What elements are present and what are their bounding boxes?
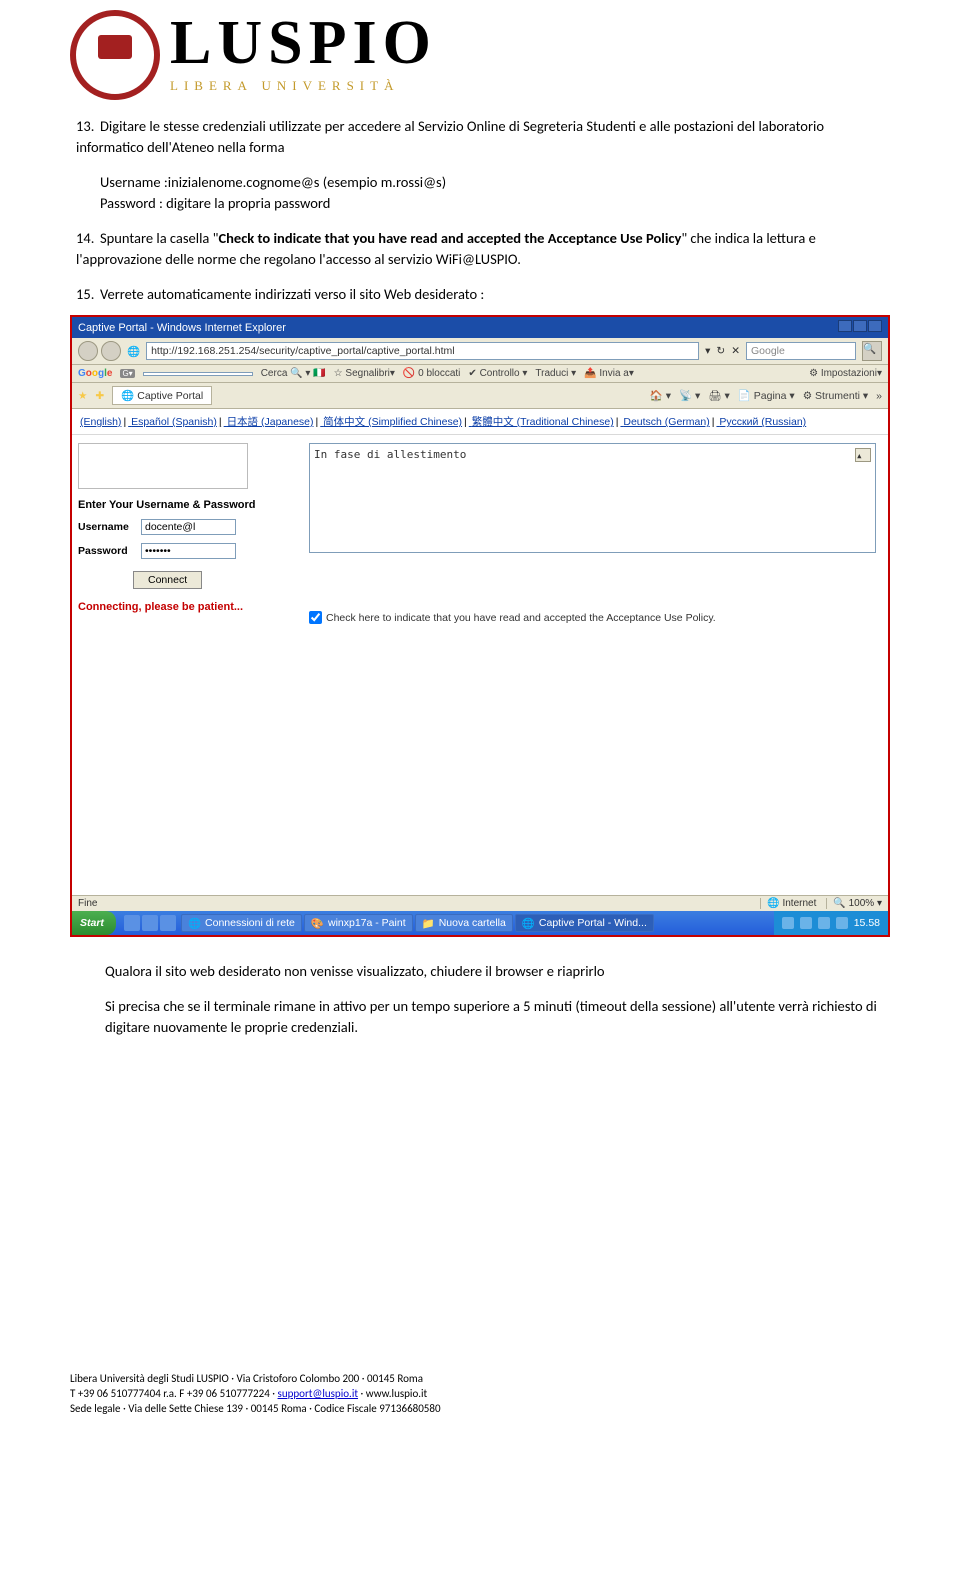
lang-chinese-traditional[interactable]: 繁體中文 (Traditional Chinese) xyxy=(472,416,614,428)
search-box[interactable]: Google xyxy=(746,342,856,360)
status-internet: 🌐 Internet xyxy=(760,898,816,909)
login-title: Enter Your Username & Password xyxy=(78,495,291,515)
google-toolbar: Google G▾ Cerca 🔍 ▾ 🇮🇹 ☆ Segnalibri▾ 🚫 0… xyxy=(72,365,888,383)
lang-japanese[interactable]: 日本語 (Japanese) xyxy=(227,416,314,428)
status-zoom[interactable]: 🔍 100% ▾ xyxy=(826,898,882,909)
blank-area xyxy=(72,635,888,895)
footer-line3: Sede legale · Via delle Sette Chiese 139… xyxy=(70,1402,890,1417)
item-number: 15. xyxy=(76,284,100,305)
item-number: 14. xyxy=(76,228,100,249)
google-bookmarks[interactable]: ☆ Segnalibri▾ xyxy=(334,368,395,379)
language-bar: (English)| Español (Spanish)| 日本語 (Japan… xyxy=(72,409,888,435)
task-item[interactable]: 📁 Nuova cartella xyxy=(415,914,513,932)
username-label: Username xyxy=(78,521,136,533)
google-logo: Google xyxy=(78,368,112,379)
portal-logo-placeholder xyxy=(78,443,248,489)
ie-screenshot: Captive Portal - Windows Internet Explor… xyxy=(70,315,890,937)
lang-chinese-simplified[interactable]: 简体中文 (Simplified Chinese) xyxy=(323,416,462,428)
home-button[interactable]: 🏠 ▾ xyxy=(650,389,671,402)
clock: 15.58 xyxy=(854,917,880,929)
feeds-button[interactable]: 📡 ▾ xyxy=(679,389,700,402)
lang-russian[interactable]: Русский (Russian) xyxy=(719,416,806,428)
google-search-input[interactable] xyxy=(143,372,253,376)
google-settings[interactable]: ⚙ Impostazioni▾ xyxy=(809,368,882,379)
instruction-item-13: 13.Digitare le stesse credenziali utiliz… xyxy=(70,116,890,158)
closing-paragraphs: Qualora il sito web desiderato non venis… xyxy=(70,961,890,1038)
window-title: Captive Portal - Windows Internet Explor… xyxy=(78,322,286,334)
credential-example: Username :inizialenome.cognome@s (esempi… xyxy=(100,172,890,214)
search-go-button[interactable]: 🔍 xyxy=(862,341,882,361)
footer-line1: Libera Università degli Studi LUSPIO · V… xyxy=(70,1372,890,1387)
url-field[interactable]: http://192.168.251.254/security/captive_… xyxy=(146,342,699,360)
login-panel: Enter Your Username & Password Username … xyxy=(72,435,297,635)
quick-launch[interactable] xyxy=(120,915,180,931)
ie-favorites-bar: ★ ✚ 🌐 Captive Portal 🏠 ▾ 📡 ▾ 🖨 ▾ 📄 Pagin… xyxy=(72,383,888,409)
add-favorite-icon[interactable]: ✚ xyxy=(95,390,104,402)
task-item[interactable]: 🌐 Connessioni di rete xyxy=(181,914,302,932)
ie-status-bar: Fine 🌐 Internet 🔍 100% ▾ xyxy=(72,895,888,911)
item-number: 13. xyxy=(76,116,100,137)
instruction-item-15: 15.Verrete automaticamente indirizzati v… xyxy=(70,284,890,305)
logo-sub: LIBERA UNIVERSITÀ xyxy=(170,78,437,94)
lang-english[interactable]: (English) xyxy=(80,416,121,428)
connecting-status: Connecting, please be patient... xyxy=(78,597,291,621)
logo-text: LUSPIO LIBERA UNIVERSITÀ xyxy=(170,16,437,94)
closing-p2: Si precisa che se il terminale rimane in… xyxy=(105,996,890,1038)
window-titlebar: Captive Portal - Windows Internet Explor… xyxy=(72,317,888,338)
password-label: Password xyxy=(78,545,136,557)
username-input[interactable] xyxy=(141,519,236,535)
google-send[interactable]: 📤 Invia a▾ xyxy=(584,368,634,379)
page-menu[interactable]: 📄 Pagina ▾ xyxy=(738,389,795,402)
google-cerca[interactable]: Cerca 🔍 ▾ 🇮🇹 xyxy=(261,368,326,379)
logo-main: LUSPIO xyxy=(170,16,437,72)
google-translate[interactable]: Traduci ▾ xyxy=(535,368,576,379)
status-text: Fine xyxy=(78,898,97,909)
task-item-active[interactable]: 🌐 Captive Portal - Wind... xyxy=(515,914,654,932)
system-tray[interactable]: 15.58 xyxy=(774,911,888,935)
aup-label: Check here to indicate that you have rea… xyxy=(326,612,716,624)
expand-button[interactable]: » xyxy=(876,390,882,402)
back-button[interactable] xyxy=(78,341,98,361)
footer-email-link[interactable]: support@luspio.it xyxy=(278,1387,359,1400)
lang-spanish[interactable]: Español (Spanish) xyxy=(131,416,217,428)
start-button[interactable]: Start xyxy=(72,911,116,935)
closing-p1: Qualora il sito web desiderato non venis… xyxy=(105,961,890,982)
aup-checkbox[interactable] xyxy=(309,611,322,624)
window-controls[interactable] xyxy=(837,320,882,335)
main-panel: In fase di allestimento ▴ Check here to … xyxy=(297,435,888,635)
google-check[interactable]: ✔ Controllo ▾ xyxy=(468,368,527,379)
favorites-star-icon[interactable]: ★ xyxy=(78,390,87,402)
tools-menu[interactable]: ⚙ Strumenti ▾ xyxy=(803,390,868,402)
footer-site: www.luspio.it xyxy=(366,1387,427,1400)
ie-address-bar: 🌐 http://192.168.251.254/security/captiv… xyxy=(72,338,888,365)
connect-button[interactable]: Connect xyxy=(133,571,202,589)
password-input[interactable] xyxy=(141,543,236,559)
university-seal xyxy=(70,10,160,100)
logo-header: LUSPIO LIBERA UNIVERSITÀ xyxy=(70,0,890,116)
windows-taskbar: Start 🌐 Connessioni di rete 🎨 winxp17a -… xyxy=(72,911,888,935)
lang-german[interactable]: Deutsch (German) xyxy=(623,416,709,428)
task-item[interactable]: 🎨 winxp17a - Paint xyxy=(304,914,413,932)
browser-tab[interactable]: 🌐 Captive Portal xyxy=(112,386,212,405)
page-footer: Libera Università degli Studi LUSPIO · V… xyxy=(0,1372,960,1437)
google-blocked[interactable]: 🚫 0 bloccati xyxy=(403,368,460,379)
print-button[interactable]: 🖨 ▾ xyxy=(708,389,730,402)
scrollbar-up[interactable]: ▴ xyxy=(855,448,871,462)
instruction-item-14: 14.Spuntare la casella "Check to indicat… xyxy=(70,228,890,270)
footer-line2-pre: T +39 06 510777404 r.a. F +39 06 5107772… xyxy=(70,1387,278,1400)
message-textarea[interactable]: In fase di allestimento ▴ xyxy=(309,443,876,553)
forward-button[interactable] xyxy=(101,341,121,361)
